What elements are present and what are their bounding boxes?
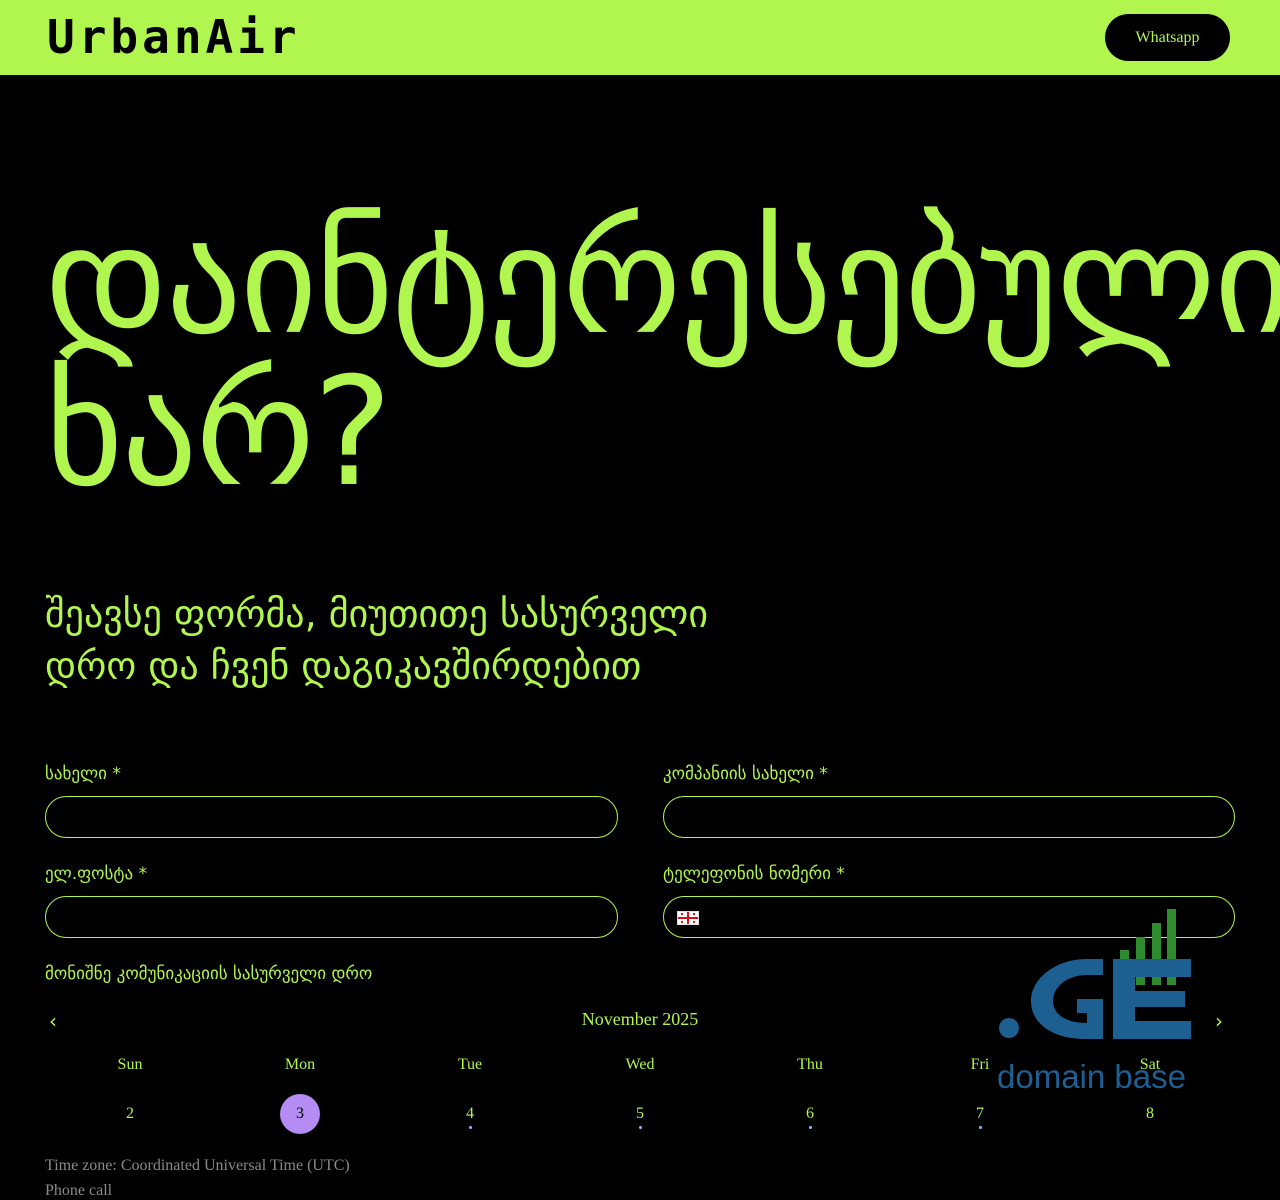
logo-char: r bbox=[78, 10, 109, 64]
subtitle: შეავსე ფორმა, მიუთითე სასურველი დრო და ჩ… bbox=[45, 588, 708, 692]
calendar-day-number: 5 bbox=[636, 1105, 644, 1122]
calendar-day-number: 8 bbox=[1146, 1105, 1154, 1122]
company-label: კომპანიის სახელი * bbox=[663, 764, 828, 784]
logo-char: A bbox=[205, 10, 236, 64]
weekday-label: Mon bbox=[284, 1056, 316, 1073]
name-field[interactable] bbox=[45, 796, 618, 838]
meeting-type-text: Phone call bbox=[45, 1182, 113, 1199]
name-label: სახელი * bbox=[45, 764, 121, 784]
email-label: ელ.ფოსტა * bbox=[45, 864, 148, 884]
logo-char: b bbox=[110, 10, 141, 64]
availability-dot bbox=[639, 1126, 642, 1129]
company-input[interactable] bbox=[664, 797, 1234, 837]
hero-title-line-1: დაინტერესებული bbox=[45, 194, 1280, 368]
company-field[interactable] bbox=[663, 796, 1235, 838]
availability-dot bbox=[469, 1126, 472, 1129]
calendar-month: November 2025 bbox=[581, 1009, 699, 1029]
whatsapp-button[interactable]: Whatsapp bbox=[1105, 14, 1230, 61]
logo-char: n bbox=[173, 10, 204, 64]
logo[interactable]: U r b a n A i r bbox=[47, 14, 299, 60]
chevron-left-icon[interactable]: ‹ bbox=[49, 1009, 57, 1033]
hero-title: დაინტერესებული ხარ? bbox=[45, 194, 1280, 520]
calendar-day[interactable]: 7 bbox=[960, 1094, 1000, 1134]
watermark-dot bbox=[999, 1018, 1019, 1038]
calendar-day-number: 4 bbox=[466, 1105, 474, 1122]
time-label: მონიშნე კომუნიკაციის სასურველი დრო bbox=[45, 964, 373, 984]
calendar-day-selected[interactable]: 3 bbox=[280, 1094, 320, 1134]
subtitle-line-1: შეავსე ფორმა, მიუთითე სასურველი bbox=[45, 592, 709, 636]
calendar-day[interactable]: 4 bbox=[450, 1094, 490, 1134]
calendar-day-number: 2 bbox=[126, 1105, 134, 1122]
calendar-day-number: 3 bbox=[296, 1105, 304, 1122]
calendar-day-number: 6 bbox=[806, 1105, 814, 1122]
calendar-day: 2 bbox=[110, 1094, 150, 1134]
weekday-label: Thu bbox=[797, 1056, 823, 1073]
weekday-label: Sun bbox=[117, 1056, 143, 1073]
weekday-label: Wed bbox=[625, 1056, 655, 1073]
email-input[interactable] bbox=[46, 897, 617, 937]
calendar-day-number: 7 bbox=[976, 1105, 984, 1122]
watermark-letter-g bbox=[1031, 959, 1103, 1039]
subtitle-line-2: დრო და ჩვენ დაგიკავშირდებით bbox=[45, 644, 642, 688]
name-input[interactable] bbox=[46, 797, 617, 837]
georgia-flag-icon[interactable] bbox=[677, 911, 699, 925]
availability-dot bbox=[979, 1126, 982, 1129]
availability-dot bbox=[809, 1126, 812, 1129]
email-field[interactable] bbox=[45, 896, 618, 938]
logo-char: i bbox=[237, 10, 267, 64]
hero-title-line-2: ხარ? bbox=[45, 346, 393, 520]
logo-char: r bbox=[268, 10, 299, 64]
timezone-text: Time zone: Coordinated Universal Time (U… bbox=[45, 1157, 350, 1174]
calendar-day[interactable]: 6 bbox=[790, 1094, 830, 1134]
watermark-text: domain base bbox=[997, 1058, 1186, 1095]
chevron-right-icon[interactable]: › bbox=[1215, 1009, 1223, 1033]
top-bar: U r b a n A i r Whatsapp bbox=[0, 0, 1280, 75]
logo-char: U bbox=[47, 10, 77, 64]
logo-char: a bbox=[142, 10, 172, 64]
weekday-label: Tue bbox=[457, 1056, 483, 1073]
calendar-day[interactable]: 5 bbox=[620, 1094, 660, 1134]
phone-label: ტელეფონის ნომერი * bbox=[663, 864, 845, 884]
calendar-day: 8 bbox=[1130, 1094, 1170, 1134]
watermark-letter-e bbox=[1113, 959, 1191, 1039]
